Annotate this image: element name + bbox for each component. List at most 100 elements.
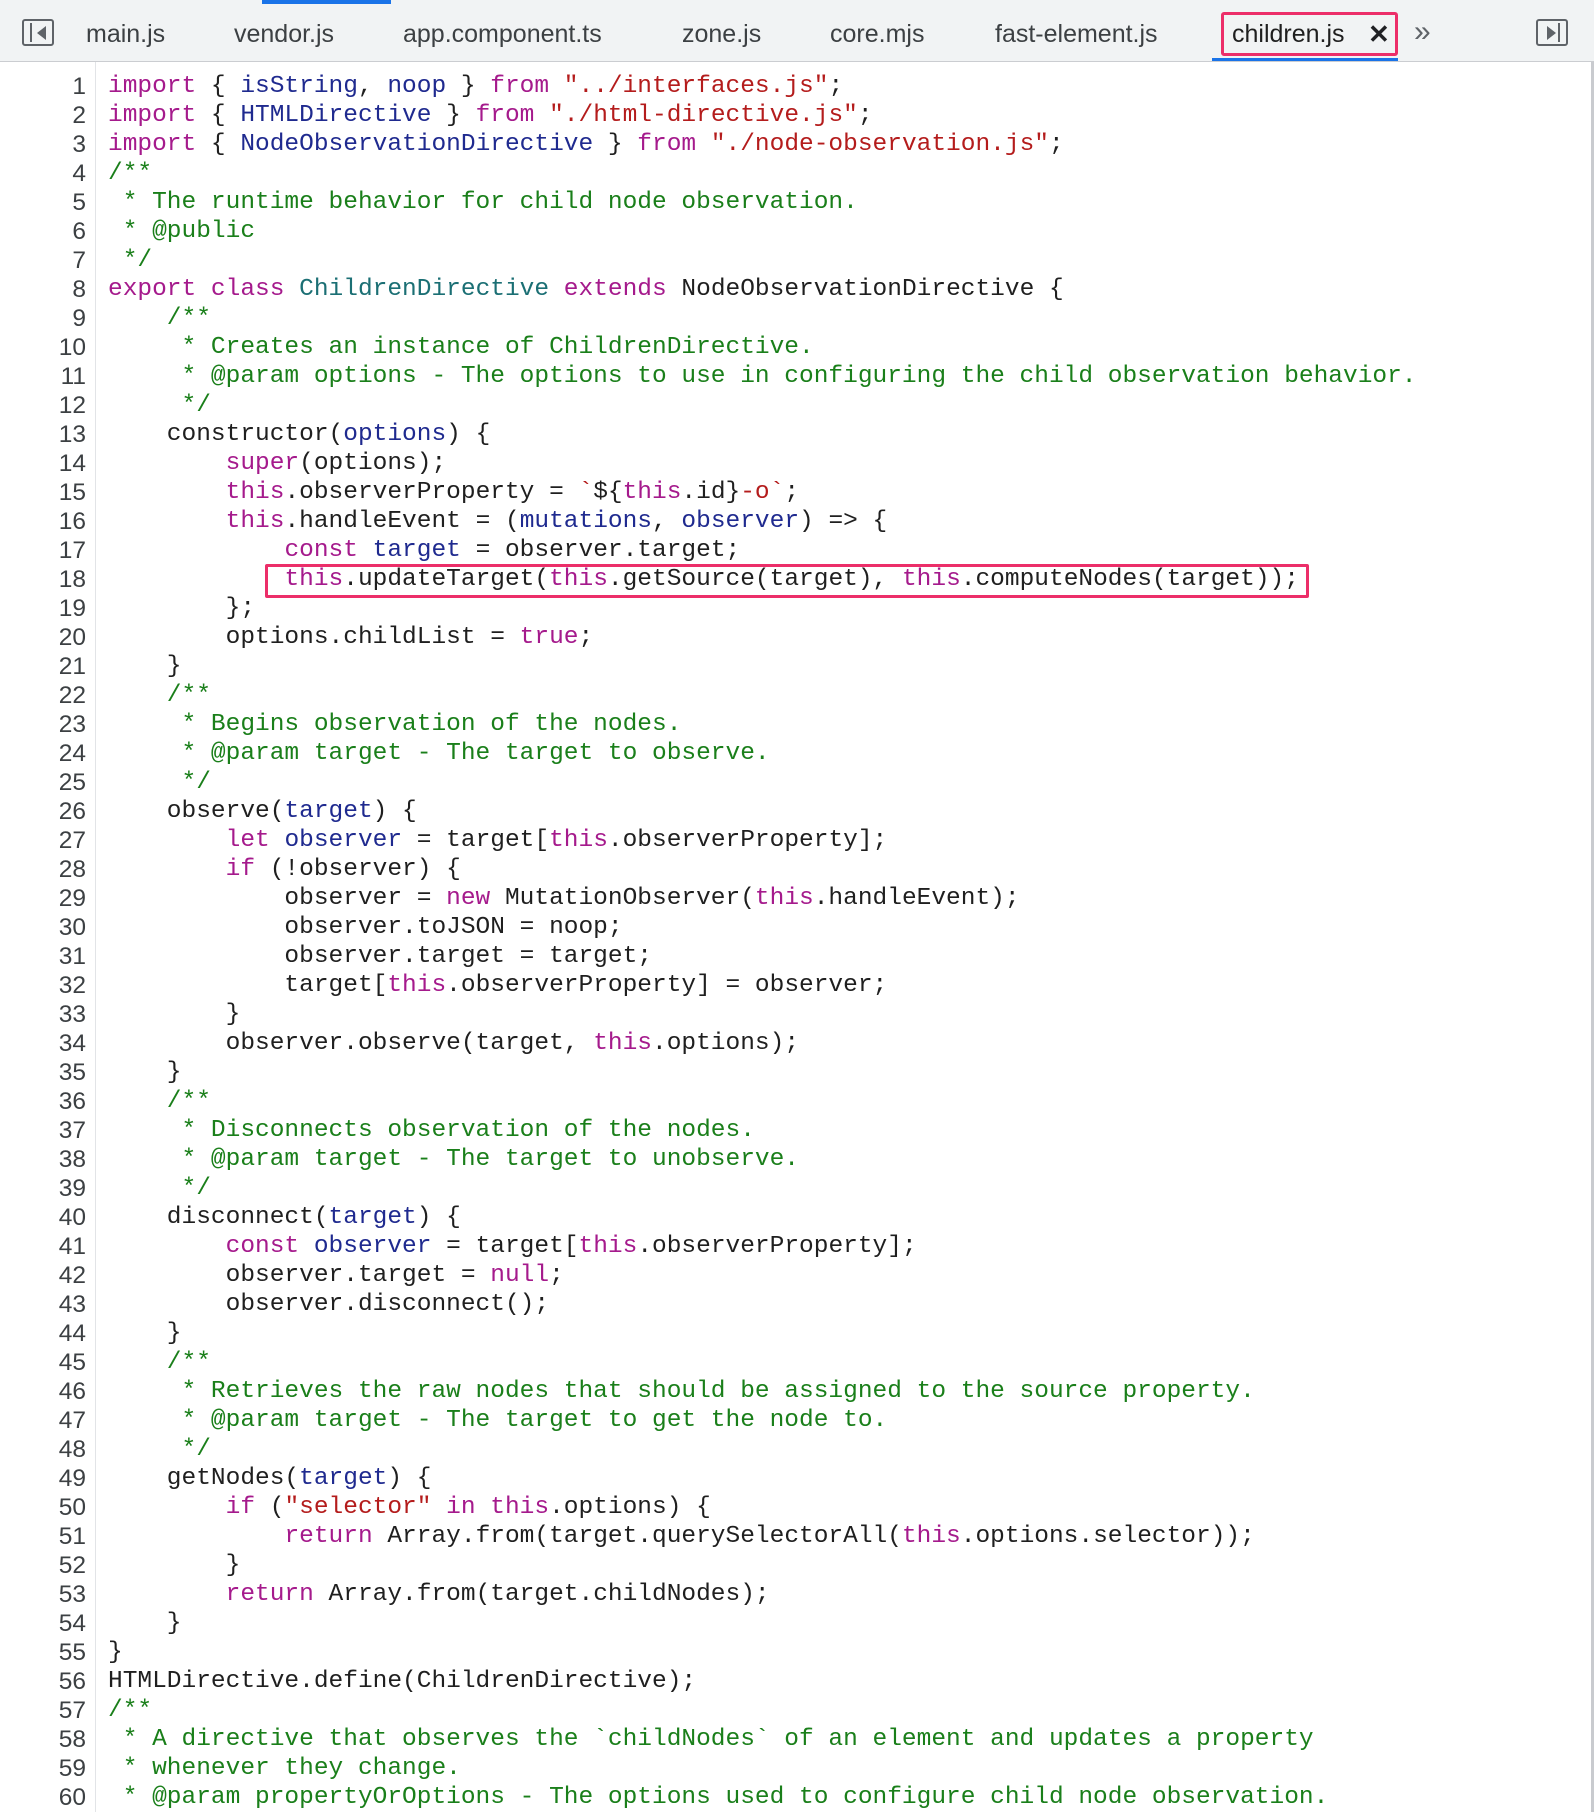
code-line[interactable]: 49 getNodes(target) {	[0, 1464, 1590, 1493]
code-line[interactable]: 13 constructor(options) {	[0, 420, 1590, 449]
code-line[interactable]: 24 * @param target - The target to obser…	[0, 739, 1590, 768]
code-line[interactable]: 52 }	[0, 1551, 1590, 1580]
tab-fast-element-js[interactable]: fast-element.js	[995, 14, 1158, 54]
code-line[interactable]: 9 /**	[0, 304, 1590, 333]
code-line[interactable]: 40 disconnect(target) {	[0, 1203, 1590, 1232]
code-line[interactable]: 34 observer.observe(target, this.options…	[0, 1029, 1590, 1058]
code-line[interactable]: 58 * A directive that observes the `chil…	[0, 1725, 1590, 1754]
line-number[interactable]: 20	[0, 623, 86, 652]
line-number[interactable]: 37	[0, 1116, 86, 1145]
line-number[interactable]: 41	[0, 1232, 86, 1261]
code-line[interactable]: 43 observer.disconnect();	[0, 1290, 1590, 1319]
line-number[interactable]: 30	[0, 913, 86, 942]
tab-zone-js[interactable]: zone.js	[682, 14, 761, 54]
line-number[interactable]: 23	[0, 710, 86, 739]
code-line[interactable]: 36 /**	[0, 1087, 1590, 1116]
line-number[interactable]: 40	[0, 1203, 86, 1232]
line-number[interactable]: 4	[0, 159, 86, 188]
line-number[interactable]: 28	[0, 855, 86, 884]
line-number[interactable]: 7	[0, 246, 86, 275]
line-number[interactable]: 53	[0, 1580, 86, 1609]
line-number[interactable]: 48	[0, 1435, 86, 1464]
code-line[interactable]: 2 import { HTMLDirective } from "./html-d…	[0, 101, 1590, 130]
line-number[interactable]: 44	[0, 1319, 86, 1348]
code-line[interactable]: 41 const observer = target[this.observer…	[0, 1232, 1590, 1261]
tab-app-component-ts[interactable]: app.component.ts	[403, 14, 602, 54]
navigator-toggle-icon[interactable]	[22, 19, 54, 46]
code-editor[interactable]: 1 import { isString, noop } from "../inte…	[0, 62, 1594, 1812]
line-number[interactable]: 3	[0, 130, 86, 159]
code-line[interactable]: 31 observer.target = target;	[0, 942, 1590, 971]
code-line[interactable]: 10 * Creates an instance of ChildrenDire…	[0, 333, 1590, 362]
line-number[interactable]: 2	[0, 101, 86, 130]
code-line[interactable]: 16 this.handleEvent = (mutations, observ…	[0, 507, 1590, 536]
code-line[interactable]: 23 * Begins observation of the nodes.	[0, 710, 1590, 739]
line-number[interactable]: 31	[0, 942, 86, 971]
line-number[interactable]: 21	[0, 652, 86, 681]
code-line[interactable]: 47 * @param target - The target to get t…	[0, 1406, 1590, 1435]
line-number[interactable]: 8	[0, 275, 86, 304]
line-number[interactable]: 34	[0, 1029, 86, 1058]
line-number[interactable]: 47	[0, 1406, 86, 1435]
code-line[interactable]: 7 */	[0, 246, 1590, 275]
code-line[interactable]: 37 * Disconnects observation of the node…	[0, 1116, 1590, 1145]
code-line[interactable]: 54 }	[0, 1609, 1590, 1638]
line-number[interactable]: 29	[0, 884, 86, 913]
code-line[interactable]: 11 * @param options - The options to use…	[0, 362, 1590, 391]
code-line[interactable]: 19 };	[0, 594, 1590, 623]
code-line[interactable]: 18 this.updateTarget(this.getSource(targ…	[0, 565, 1590, 594]
code-line[interactable]: 39 */	[0, 1174, 1590, 1203]
code-line[interactable]: 3 import { NodeObservationDirective } fro…	[0, 130, 1590, 159]
line-number[interactable]: 17	[0, 536, 86, 565]
line-number[interactable]: 52	[0, 1551, 86, 1580]
line-number[interactable]: 14	[0, 449, 86, 478]
line-number[interactable]: 25	[0, 768, 86, 797]
line-number[interactable]: 57	[0, 1696, 86, 1725]
code-line[interactable]: 50 if ("selector" in this.options) {	[0, 1493, 1590, 1522]
line-number[interactable]: 55	[0, 1638, 86, 1667]
code-line[interactable]: 27 let observer = target[this.observerPr…	[0, 826, 1590, 855]
code-line[interactable]: 6 * @public	[0, 217, 1590, 246]
line-number[interactable]: 1	[0, 72, 86, 101]
code-line[interactable]: 20 options.childList = true;	[0, 623, 1590, 652]
code-line[interactable]: 56 HTMLDirective.define(ChildrenDirective…	[0, 1667, 1590, 1696]
code-line[interactable]: 60 * @param propertyOrOptions - The opti…	[0, 1783, 1590, 1812]
line-number[interactable]: 36	[0, 1087, 86, 1116]
line-number[interactable]: 46	[0, 1377, 86, 1406]
line-number[interactable]: 56	[0, 1667, 86, 1696]
line-number[interactable]: 27	[0, 826, 86, 855]
line-number[interactable]: 19	[0, 594, 86, 623]
code-line[interactable]: 33 }	[0, 1000, 1590, 1029]
line-number[interactable]: 32	[0, 971, 86, 1000]
code-line[interactable]: 53 return Array.from(target.childNodes);	[0, 1580, 1590, 1609]
code-line[interactable]: 32 target[this.observerProperty] = obser…	[0, 971, 1590, 1000]
code-line[interactable]: 8 export class ChildrenDirective extends …	[0, 275, 1590, 304]
line-number[interactable]: 38	[0, 1145, 86, 1174]
code-line[interactable]: 48 */	[0, 1435, 1590, 1464]
close-tab-icon[interactable]: ✕	[1368, 14, 1390, 54]
code-line[interactable]: 12 */	[0, 391, 1590, 420]
line-number[interactable]: 60	[0, 1783, 86, 1812]
line-number[interactable]: 39	[0, 1174, 86, 1203]
line-number[interactable]: 16	[0, 507, 86, 536]
code-line[interactable]: 42 observer.target = null;	[0, 1261, 1590, 1290]
code-line[interactable]: 5 * The runtime behavior for child node …	[0, 188, 1590, 217]
code-line[interactable]: 4 /**	[0, 159, 1590, 188]
code-line[interactable]: 1 import { isString, noop } from "../inte…	[0, 72, 1590, 101]
code-line[interactable]: 22 /**	[0, 681, 1590, 710]
code-line[interactable]: 35 }	[0, 1058, 1590, 1087]
code-line[interactable]: 44 }	[0, 1319, 1590, 1348]
tab-children-js[interactable]: children.js	[1232, 14, 1345, 54]
code-line[interactable]: 51 return Array.from(target.querySelecto…	[0, 1522, 1590, 1551]
line-number[interactable]: 54	[0, 1609, 86, 1638]
debugger-panel-toggle-icon[interactable]	[1536, 19, 1568, 46]
line-number[interactable]: 5	[0, 188, 86, 217]
line-number[interactable]: 49	[0, 1464, 86, 1493]
tab-vendor-js[interactable]: vendor.js	[234, 14, 334, 54]
code-line[interactable]: 46 * Retrieves the raw nodes that should…	[0, 1377, 1590, 1406]
line-number[interactable]: 42	[0, 1261, 86, 1290]
code-line[interactable]: 30 observer.toJSON = noop;	[0, 913, 1590, 942]
line-number[interactable]: 18	[0, 565, 86, 594]
line-number[interactable]: 13	[0, 420, 86, 449]
line-number[interactable]: 12	[0, 391, 86, 420]
